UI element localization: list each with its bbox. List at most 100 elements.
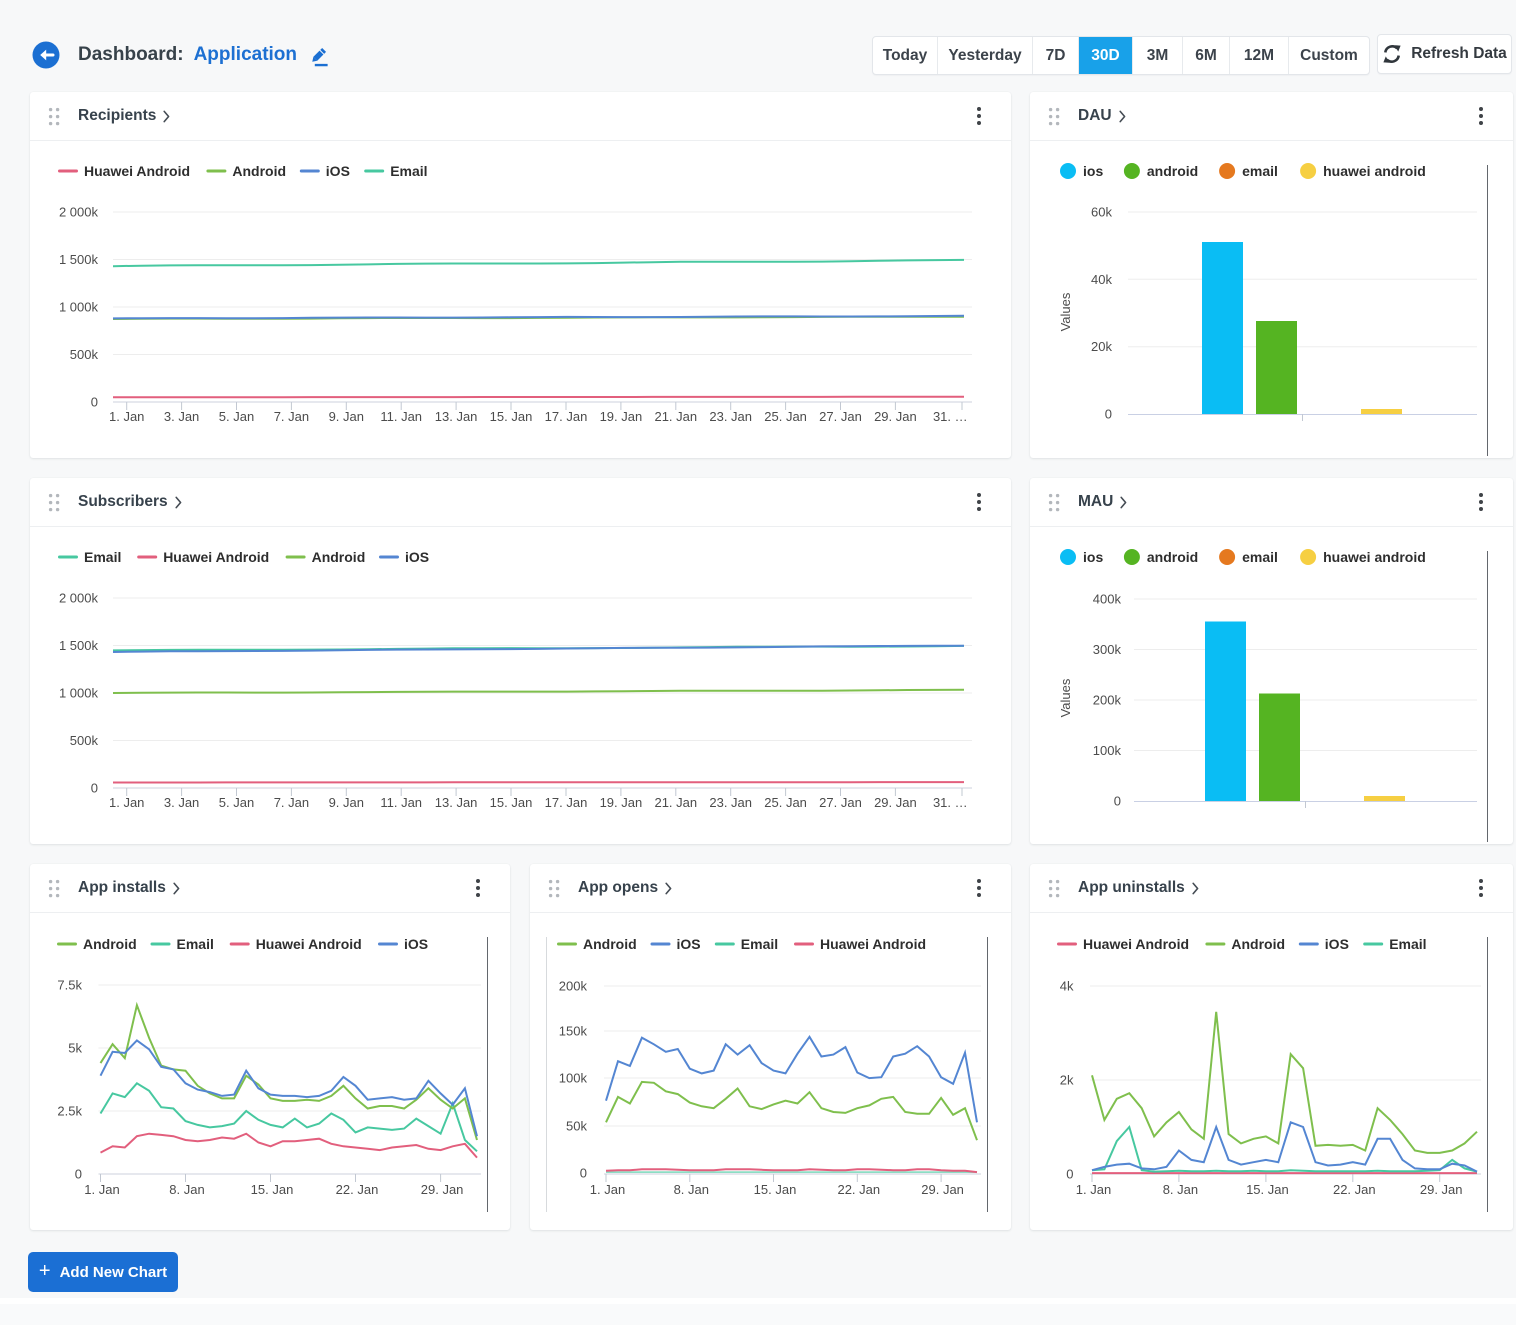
svg-text:Huawei Android: Huawei Android [1083, 936, 1189, 952]
svg-text:email: email [1242, 549, 1278, 565]
svg-text:iOS: iOS [1325, 936, 1349, 952]
svg-text:500k: 500k [70, 347, 99, 362]
svg-text:31. …: 31. … [933, 409, 968, 424]
svg-text:Email: Email [177, 936, 214, 952]
svg-text:Email: Email [84, 549, 121, 565]
svg-text:huawei android: huawei android [1323, 163, 1426, 179]
svg-text:Values: Values [1058, 292, 1073, 331]
svg-text:29. Jan: 29. Jan [874, 409, 917, 424]
svg-text:9. Jan: 9. Jan [329, 409, 364, 424]
svg-text:Huawei Android: Huawei Android [820, 936, 926, 952]
svg-text:29. Jan: 29. Jan [921, 1182, 964, 1197]
svg-text:27. Jan: 27. Jan [819, 409, 862, 424]
svg-text:11. Jan: 11. Jan [380, 409, 422, 424]
svg-text:iOS: iOS [405, 549, 429, 565]
svg-text:7. Jan: 7. Jan [274, 409, 309, 424]
svg-text:15. Jan: 15. Jan [1246, 1182, 1289, 1197]
svg-text:ios: ios [1083, 163, 1103, 179]
svg-text:0: 0 [91, 395, 98, 410]
svg-text:2 000k: 2 000k [59, 205, 99, 220]
svg-text:iOS: iOS [404, 936, 428, 952]
svg-text:8. Jan: 8. Jan [674, 1182, 709, 1197]
svg-text:17. Jan: 17. Jan [545, 795, 588, 810]
svg-text:1 000k: 1 000k [59, 686, 99, 701]
svg-text:150k: 150k [559, 1024, 588, 1039]
svg-text:15. Jan: 15. Jan [251, 1182, 294, 1197]
svg-text:19. Jan: 19. Jan [600, 795, 643, 810]
svg-text:0: 0 [580, 1166, 587, 1181]
svg-text:iOS: iOS [677, 936, 701, 952]
svg-text:25. Jan: 25. Jan [764, 795, 807, 810]
svg-text:huawei android: huawei android [1323, 549, 1426, 565]
svg-text:17. Jan: 17. Jan [545, 409, 588, 424]
svg-text:300k: 300k [1093, 642, 1122, 657]
svg-text:2k: 2k [1060, 1073, 1074, 1088]
svg-text:Email: Email [741, 936, 778, 952]
svg-text:Email: Email [1389, 936, 1426, 952]
svg-text:Huawei Android: Huawei Android [256, 936, 362, 952]
svg-text:ios: ios [1083, 549, 1103, 565]
svg-text:android: android [1147, 163, 1198, 179]
svg-text:21. Jan: 21. Jan [654, 795, 697, 810]
svg-text:Huawei Android: Huawei Android [163, 549, 269, 565]
svg-text:11. Jan: 11. Jan [380, 795, 422, 810]
svg-text:5k: 5k [68, 1041, 82, 1056]
svg-text:19. Jan: 19. Jan [600, 409, 643, 424]
svg-text:2.5k: 2.5k [57, 1104, 82, 1119]
svg-text:13. Jan: 13. Jan [435, 409, 478, 424]
svg-text:1. Jan: 1. Jan [590, 1182, 625, 1197]
svg-text:100k: 100k [559, 1071, 588, 1086]
svg-text:100k: 100k [1093, 743, 1122, 758]
svg-text:0: 0 [1114, 794, 1121, 809]
svg-text:400k: 400k [1093, 592, 1122, 607]
svg-text:200k: 200k [559, 979, 588, 994]
svg-text:31. …: 31. … [933, 795, 968, 810]
svg-text:50k: 50k [566, 1119, 587, 1134]
svg-text:22. Jan: 22. Jan [1333, 1182, 1376, 1197]
svg-text:9. Jan: 9. Jan [329, 795, 364, 810]
svg-text:23. Jan: 23. Jan [709, 795, 752, 810]
svg-text:23. Jan: 23. Jan [709, 409, 752, 424]
svg-text:15. Jan: 15. Jan [754, 1182, 797, 1197]
svg-text:android: android [1147, 549, 1198, 565]
svg-text:1 000k: 1 000k [59, 300, 99, 315]
svg-text:21. Jan: 21. Jan [654, 409, 697, 424]
svg-text:1. Jan: 1. Jan [109, 795, 144, 810]
svg-text:15. Jan: 15. Jan [490, 409, 533, 424]
svg-text:Android: Android [83, 936, 137, 952]
svg-text:7. Jan: 7. Jan [274, 795, 309, 810]
svg-text:1 500k: 1 500k [59, 252, 99, 267]
svg-text:15. Jan: 15. Jan [490, 795, 533, 810]
svg-text:27. Jan: 27. Jan [819, 795, 862, 810]
svg-text:1. Jan: 1. Jan [109, 409, 144, 424]
svg-text:3. Jan: 3. Jan [164, 795, 199, 810]
svg-text:40k: 40k [1091, 272, 1112, 287]
svg-text:email: email [1242, 163, 1278, 179]
svg-text:Android: Android [1231, 936, 1285, 952]
svg-text:0: 0 [75, 1167, 82, 1182]
svg-text:0: 0 [1066, 1167, 1073, 1182]
svg-text:2 000k: 2 000k [59, 591, 99, 606]
svg-text:13. Jan: 13. Jan [435, 795, 478, 810]
svg-text:iOS: iOS [326, 163, 350, 179]
svg-text:3. Jan: 3. Jan [164, 409, 199, 424]
svg-text:0: 0 [91, 781, 98, 796]
svg-text:Android: Android [232, 163, 286, 179]
svg-text:1. Jan: 1. Jan [84, 1182, 119, 1197]
svg-text:Values: Values [1058, 678, 1073, 717]
svg-text:1. Jan: 1. Jan [1076, 1182, 1111, 1197]
svg-text:200k: 200k [1093, 693, 1122, 708]
svg-text:Android: Android [312, 549, 366, 565]
svg-text:4k: 4k [1060, 979, 1074, 994]
svg-text:0: 0 [1105, 407, 1112, 422]
svg-text:22. Jan: 22. Jan [837, 1182, 880, 1197]
svg-text:20k: 20k [1091, 339, 1112, 354]
svg-text:29. Jan: 29. Jan [874, 795, 917, 810]
svg-text:25. Jan: 25. Jan [764, 409, 807, 424]
svg-text:Huawei Android: Huawei Android [84, 163, 190, 179]
svg-text:60k: 60k [1091, 205, 1112, 220]
svg-text:Email: Email [390, 163, 427, 179]
svg-text:7.5k: 7.5k [57, 978, 82, 993]
svg-text:22. Jan: 22. Jan [336, 1182, 379, 1197]
svg-text:29. Jan: 29. Jan [421, 1182, 464, 1197]
